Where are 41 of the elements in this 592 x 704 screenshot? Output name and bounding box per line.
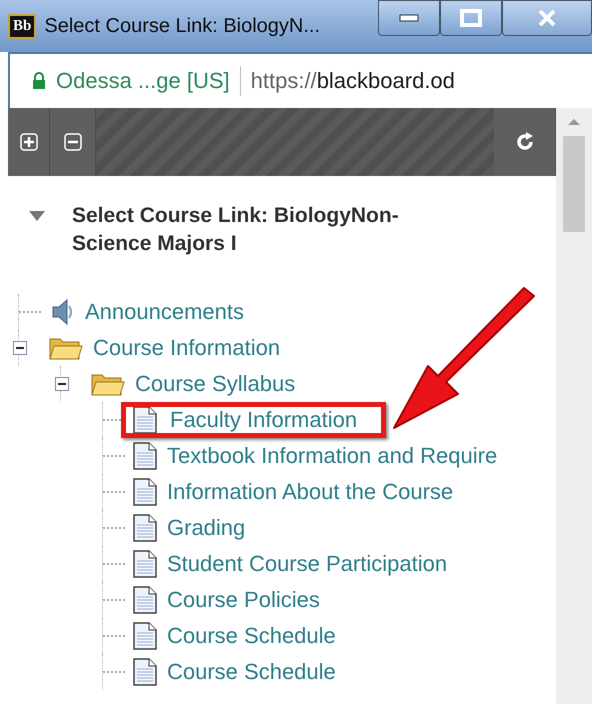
expand-all-button[interactable]: [8, 108, 50, 176]
tree-link[interactable]: Information About the Course: [167, 479, 454, 505]
refresh-button[interactable]: [494, 108, 556, 176]
minus-icon: [64, 133, 82, 151]
document-icon: [133, 442, 157, 470]
collapse-all-button[interactable]: [50, 108, 96, 176]
tree-link[interactable]: Faculty Information: [170, 407, 358, 433]
course-heading: Select Course Link: BiologyNon-Science Majors I: [72, 203, 400, 257]
collapse-icon[interactable]: [55, 377, 69, 391]
tree-link[interactable]: Grading: [167, 515, 246, 541]
minimize-icon: [399, 14, 419, 22]
minimize-button[interactable]: [378, 0, 440, 36]
site-identity: Odessa ...ge [US]: [56, 68, 230, 94]
plus-icon: [20, 133, 38, 151]
tree-link[interactable]: Course Schedule: [167, 623, 336, 649]
document-icon: [133, 514, 157, 542]
tree-link[interactable]: Course Policies: [167, 587, 320, 613]
scrollbar-thumb[interactable]: [563, 136, 585, 232]
maximize-button[interactable]: [440, 0, 502, 36]
tree-link[interactable]: Course Syllabus: [135, 371, 296, 397]
collapse-icon[interactable]: [13, 341, 27, 355]
document-icon: [133, 586, 157, 614]
document-icon: [133, 550, 157, 578]
document-icon: [133, 478, 157, 506]
document-icon: [133, 658, 157, 686]
close-button[interactable]: [502, 0, 592, 36]
url-text: https://blackboard.od: [250, 68, 455, 94]
document-icon: [133, 622, 157, 650]
tree-link[interactable]: Student Course Participation: [167, 551, 448, 577]
tree-link[interactable]: Textbook Information and Require: [167, 443, 498, 469]
collapse-triangle-icon[interactable]: [28, 210, 46, 222]
scrollbar[interactable]: [556, 108, 592, 704]
document-icon: [133, 406, 157, 434]
close-icon: [537, 9, 557, 27]
tree-link[interactable]: Course Schedule: [167, 659, 336, 685]
app-logo: Bb: [8, 14, 36, 38]
tree-link[interactable]: Announcements: [85, 299, 244, 325]
maximize-icon: [460, 9, 482, 27]
tree-link[interactable]: Course Information: [93, 335, 280, 361]
window-title: Select Course Link: BiologyN...: [44, 14, 320, 38]
lock-icon: [32, 72, 46, 90]
